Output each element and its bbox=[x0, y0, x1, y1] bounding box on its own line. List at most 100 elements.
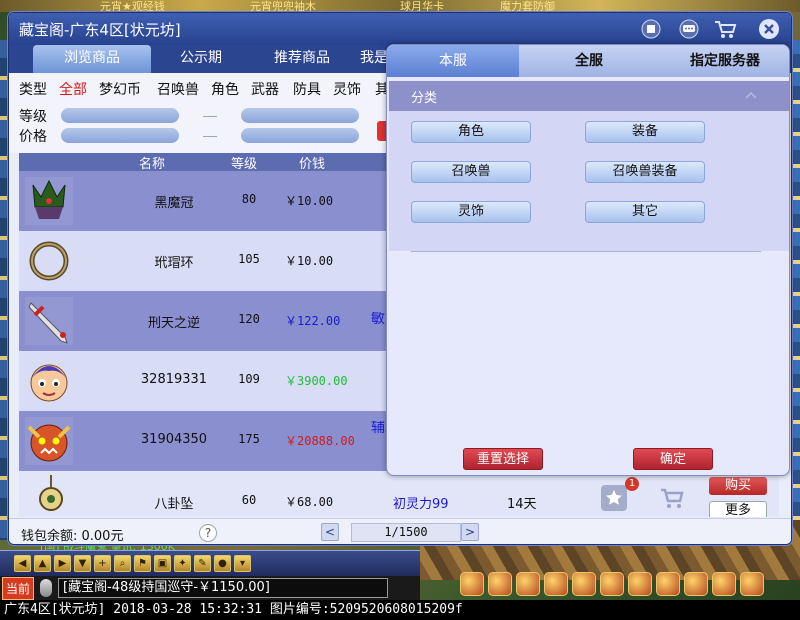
arrow-left-icon[interactable]: ◀ bbox=[14, 555, 31, 572]
microphone-icon[interactable] bbox=[40, 579, 53, 597]
reset-selection-button[interactable]: 重置选择 bbox=[463, 448, 543, 470]
chat-bubble-icon[interactable]: ● bbox=[214, 555, 231, 572]
more-button[interactable]: 更多 bbox=[709, 501, 767, 517]
category-accessory[interactable]: 灵饰 bbox=[333, 79, 361, 99]
next-page-button[interactable]: > bbox=[461, 523, 479, 541]
confirm-button[interactable]: 确定 bbox=[633, 448, 713, 470]
table-row[interactable]: 31904350 175 ￥20888.00 辅助历 bbox=[19, 411, 439, 471]
tab-recommended[interactable]: 推荐商品 bbox=[247, 45, 357, 73]
level-max-input[interactable] bbox=[241, 108, 359, 123]
window-title: 藏宝阁-广东4区[状元坊] bbox=[19, 21, 181, 39]
price-label: 价格 bbox=[19, 129, 47, 145]
range-dash bbox=[203, 136, 217, 137]
table-row[interactable]: 八卦坠 60 ￥68.00 初灵力99 14天 1 购买 更多 bbox=[19, 471, 779, 517]
listing-table: 黑魔冠 80 ￥10.00 玳瑁环 105 ￥10.00 刑天之逆 120 ￥1… bbox=[19, 171, 439, 515]
message-icon[interactable] bbox=[677, 18, 701, 40]
bottom-bar: 钱包余额: 0.00元 ? < 1/1500 > bbox=[9, 518, 791, 544]
table-row[interactable]: 黑魔冠 80 ￥10.00 bbox=[19, 171, 439, 231]
arrow-up-icon[interactable]: ▲ bbox=[34, 555, 51, 572]
category-summon-beast[interactable]: 召唤兽 bbox=[157, 79, 199, 99]
top-scroll-banner: 元宵★观经钱 元宵兜兜袖木 球月华卡 魔力套防御 bbox=[0, 0, 800, 13]
prev-page-button[interactable]: < bbox=[321, 523, 339, 541]
game-toolbar: ◀ ▲ ▶ ▼ + ⌕ ⚑ ▣ ✦ ✎ ● ▾ bbox=[0, 550, 420, 576]
hotbar-slot-icon[interactable] bbox=[628, 572, 652, 596]
category-all[interactable]: 全部 bbox=[59, 79, 87, 99]
item-level: 60 bbox=[241, 493, 257, 507]
close-icon[interactable] bbox=[757, 18, 781, 40]
item-price: ￥122.00 bbox=[285, 314, 341, 328]
hotbar-slot-icon[interactable] bbox=[684, 572, 708, 596]
table-row[interactable]: 玳瑁环 105 ￥10.00 bbox=[19, 231, 439, 291]
item-name: 黑魔冠 bbox=[154, 196, 194, 211]
category-section-header[interactable]: 分类 bbox=[389, 81, 789, 111]
brush-icon[interactable]: ✎ bbox=[194, 555, 211, 572]
chevron-up-icon[interactable] bbox=[745, 91, 757, 99]
tab-this-server[interactable]: 本服 bbox=[387, 45, 519, 77]
hotbar-slot-icon[interactable] bbox=[572, 572, 596, 596]
help-icon[interactable]: ? bbox=[199, 524, 217, 542]
hotbar-slot-icon[interactable] bbox=[712, 572, 736, 596]
option-summon-equipment[interactable]: 召唤兽装备 bbox=[585, 161, 705, 183]
cart-icon[interactable] bbox=[713, 18, 737, 40]
helmet-icon bbox=[25, 177, 73, 225]
tab-specific-server[interactable]: 指定服务器 bbox=[659, 45, 789, 77]
item-level: 105 bbox=[238, 252, 260, 266]
item-price: ￥10.00 bbox=[285, 194, 334, 208]
tab-browse-goods[interactable]: 浏览商品 bbox=[33, 45, 151, 73]
hotbar-slot-icon[interactable] bbox=[488, 572, 512, 596]
category-game-currency[interactable]: 梦幻币 bbox=[99, 79, 141, 99]
cart-icon bbox=[661, 488, 684, 508]
category-weapon[interactable]: 武器 bbox=[251, 79, 279, 99]
divider bbox=[411, 251, 761, 252]
level-label: 等级 bbox=[19, 109, 47, 125]
tab-public-period[interactable]: 公示期 bbox=[151, 45, 251, 73]
favorite-count-badge: 1 bbox=[625, 477, 639, 491]
category-armor[interactable]: 防具 bbox=[293, 79, 321, 99]
hotbar-slot-icon[interactable] bbox=[600, 572, 624, 596]
hotbar-slot-icon[interactable] bbox=[740, 572, 764, 596]
buy-button[interactable]: 购买 bbox=[709, 477, 767, 495]
price-max-input[interactable] bbox=[241, 128, 359, 143]
title-bar: 藏宝阁-广东4区[状元坊] bbox=[9, 13, 791, 45]
price-min-input[interactable] bbox=[61, 128, 179, 143]
page-indicator[interactable]: 1/1500 bbox=[351, 523, 461, 542]
option-other[interactable]: 其它 bbox=[585, 201, 705, 223]
add-icon[interactable]: + bbox=[94, 555, 111, 572]
hotbar-slot-icon[interactable] bbox=[460, 572, 484, 596]
dropdown-icon[interactable]: ▾ bbox=[234, 555, 251, 572]
arrow-down-icon[interactable]: ▼ bbox=[74, 555, 91, 572]
item-name: 八卦坠 bbox=[154, 497, 194, 512]
stop-icon[interactable] bbox=[639, 18, 663, 40]
arrow-right-icon[interactable]: ▶ bbox=[54, 555, 71, 572]
header-name: 名称 bbox=[139, 157, 166, 172]
option-equipment[interactable]: 装备 bbox=[585, 121, 705, 143]
level-min-input[interactable] bbox=[61, 108, 179, 123]
magnifier-icon[interactable]: ⌕ bbox=[114, 555, 131, 572]
item-price: ￥20888.00 bbox=[285, 434, 355, 448]
hotbar-slot-icon[interactable] bbox=[516, 572, 540, 596]
gear-icon[interactable]: ✦ bbox=[174, 555, 191, 572]
chat-channel-button[interactable]: 当前 bbox=[2, 576, 35, 600]
option-summon-beast[interactable]: 召唤兽 bbox=[411, 161, 531, 183]
item-remaining-days: 14天 bbox=[507, 497, 537, 512]
table-row[interactable]: 刑天之逆 120 ￥122.00 敏 bbox=[19, 291, 439, 351]
hotbar-slot-icon[interactable] bbox=[544, 572, 568, 596]
lock-icon[interactable]: ▣ bbox=[154, 555, 171, 572]
item-attribute: 初灵力99 bbox=[393, 497, 449, 512]
item-level: 80 bbox=[241, 192, 257, 206]
category-character[interactable]: 角色 bbox=[211, 79, 239, 99]
add-to-cart-button[interactable] bbox=[657, 485, 687, 511]
option-accessory[interactable]: 灵饰 bbox=[411, 201, 531, 223]
table-row[interactable]: 32819331 109 ￥3900.00 bbox=[19, 351, 439, 411]
filter-dropdown-panel: 本服 全服 指定服务器 分类 角色 装备 召唤兽 召唤兽装备 灵饰 其它 重置选… bbox=[386, 44, 790, 476]
hotbar-slot-icon[interactable] bbox=[656, 572, 680, 596]
chat-input[interactable]: [藏宝阁-48级持国巡守-￥1150.00] bbox=[58, 578, 389, 598]
sword-icon bbox=[25, 297, 73, 345]
screenshot-caption: 广东4区[状元坊] 2018-03-28 15:32:31 图片编号:52095… bbox=[0, 600, 800, 620]
pendant-icon bbox=[39, 475, 63, 511]
favorite-button[interactable] bbox=[601, 485, 627, 511]
flag-icon[interactable]: ⚑ bbox=[134, 555, 151, 572]
item-name: 32819331 bbox=[140, 372, 208, 387]
tab-all-servers[interactable]: 全服 bbox=[519, 45, 659, 77]
option-character[interactable]: 角色 bbox=[411, 121, 531, 143]
